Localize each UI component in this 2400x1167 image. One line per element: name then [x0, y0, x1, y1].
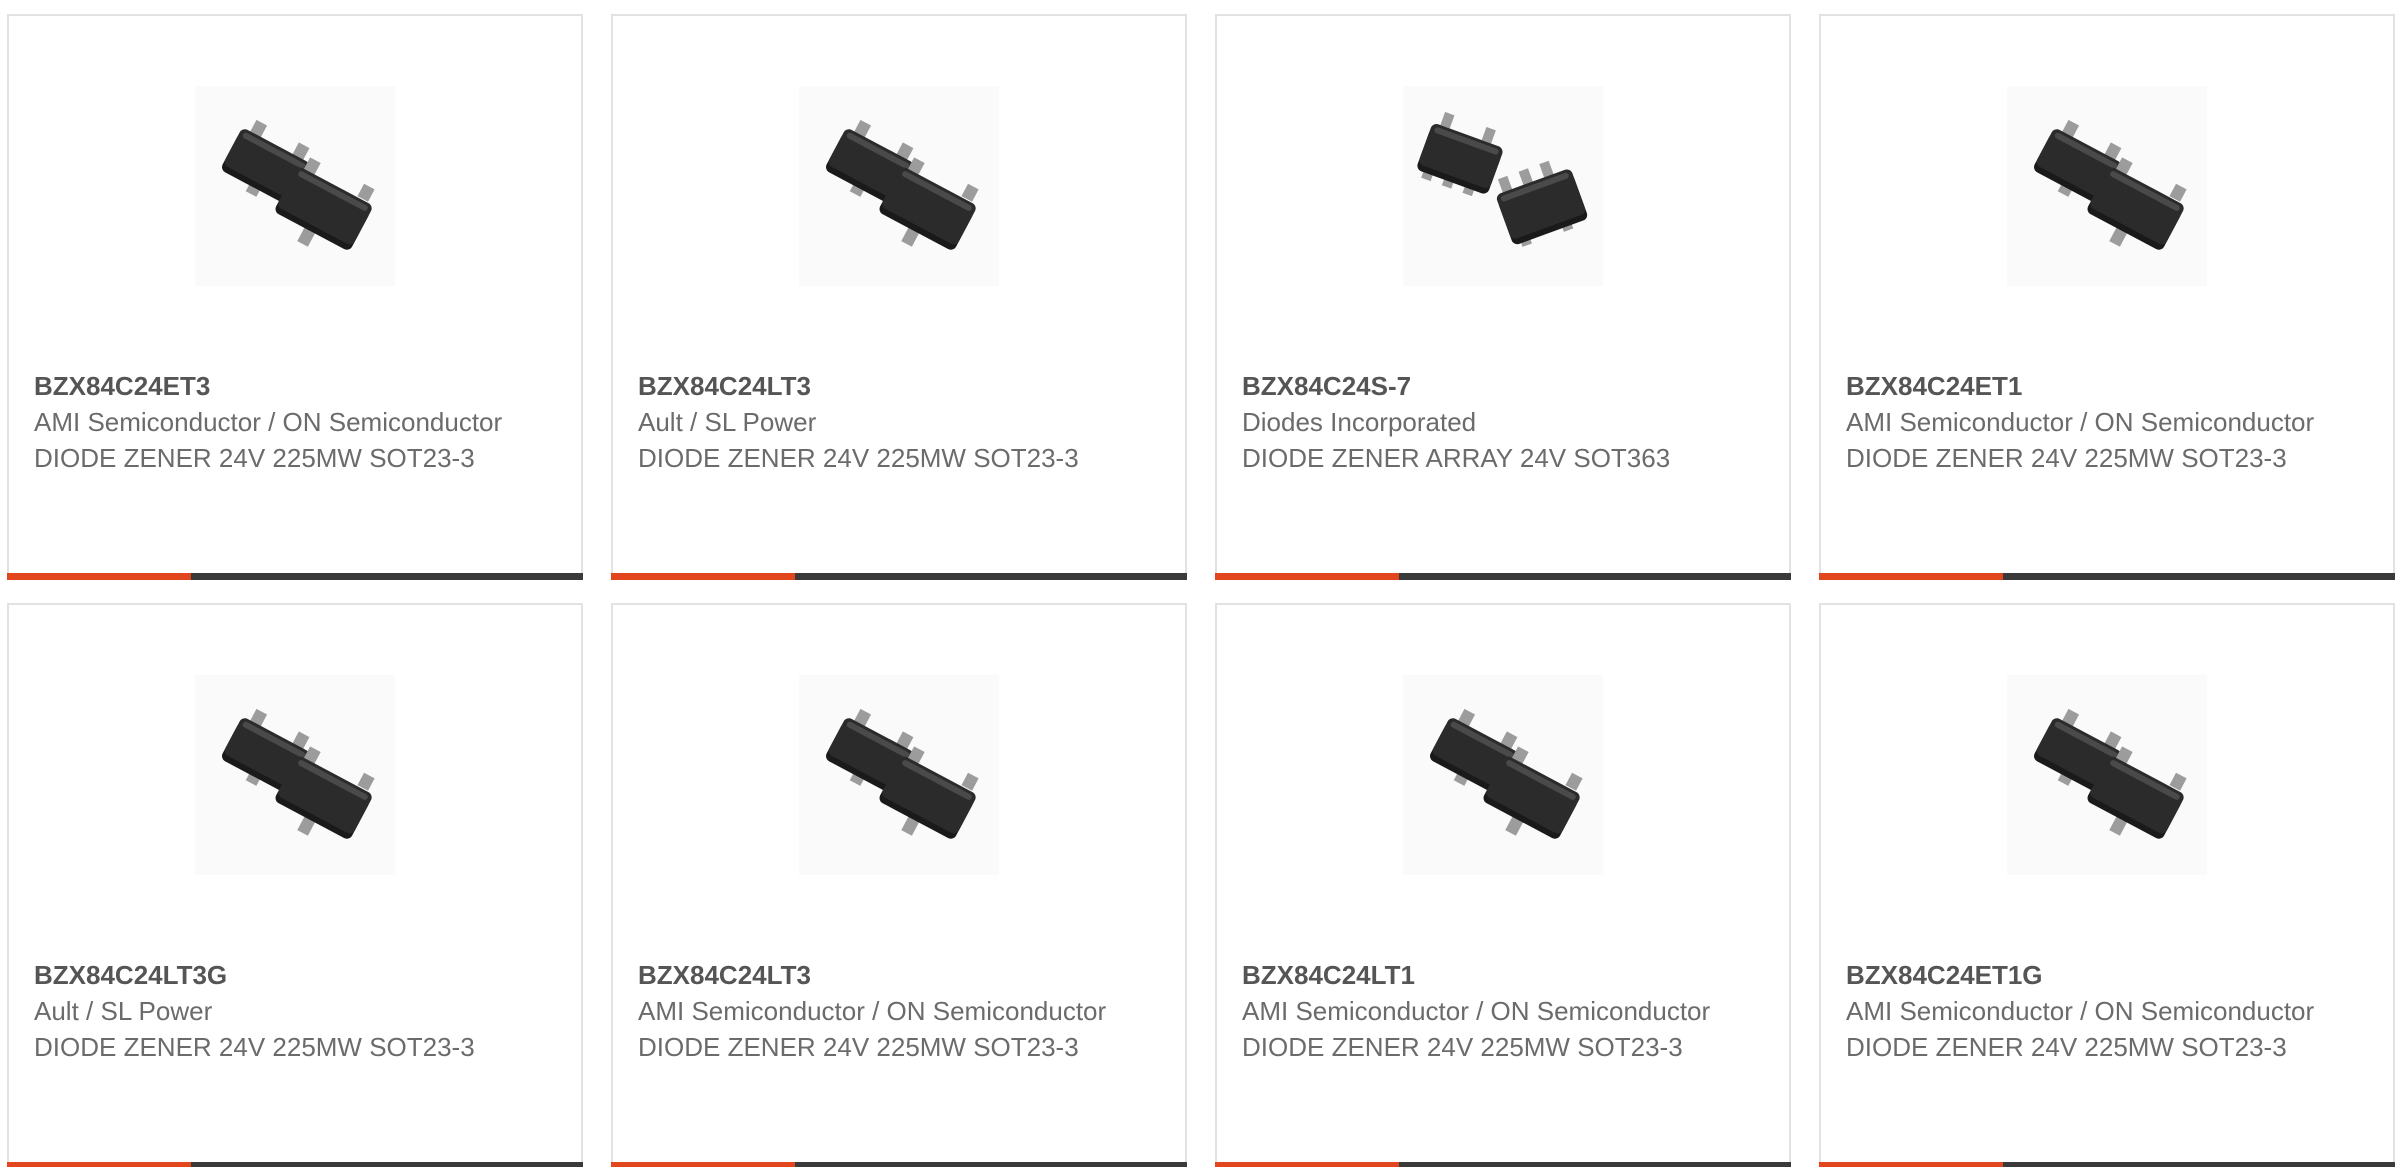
description: DIODE ZENER ARRAY 24V SOT363 — [1242, 443, 1671, 473]
product-card[interactable]: BZX84C24LT3G Ault / SL Power DIODE ZENER… — [7, 603, 583, 1167]
description: DIODE ZENER 24V 225MW SOT23-3 — [1846, 443, 2287, 473]
product-grid: BZX84C24ET3 AMI Semiconductor / ON Semic… — [0, 0, 2400, 1167]
part-number[interactable]: BZX84C24LT1 — [1242, 957, 1769, 993]
manufacturer: AMI Semiconductor / ON Semiconductor — [1846, 407, 2315, 437]
card-bar — [1215, 1162, 1791, 1167]
product-card[interactable]: BZX84C24LT3 AMI Semiconductor / ON Semic… — [611, 603, 1187, 1167]
sot23-3-package-icon[interactable] — [799, 675, 999, 875]
sot23-3-package-icon[interactable] — [2007, 86, 2207, 286]
sot363-package-icon[interactable] — [1403, 86, 1603, 286]
card-bar — [611, 573, 1187, 580]
part-number[interactable]: BZX84C24LT3 — [638, 368, 1165, 404]
sot23-3-package-icon[interactable] — [195, 675, 395, 875]
part-number[interactable]: BZX84C24LT3 — [638, 957, 1165, 993]
part-number[interactable]: BZX84C24ET1 — [1846, 368, 2373, 404]
card-bar — [1819, 1162, 2395, 1167]
card-bar — [1819, 573, 2395, 580]
manufacturer: AMI Semiconductor / ON Semiconductor — [1846, 996, 2315, 1026]
manufacturer: Ault / SL Power — [638, 407, 817, 437]
manufacturer: AMI Semiconductor / ON Semiconductor — [1242, 996, 1711, 1026]
description: DIODE ZENER 24V 225MW SOT23-3 — [1242, 1032, 1683, 1062]
product-card[interactable]: BZX84C24S-7 Diodes Incorporated DIODE ZE… — [1215, 14, 1791, 580]
sot23-3-package-icon[interactable] — [195, 86, 395, 286]
product-card[interactable]: BZX84C24ET3 AMI Semiconductor / ON Semic… — [7, 14, 583, 580]
part-number[interactable]: BZX84C24ET3 — [34, 368, 561, 404]
card-bar — [7, 1162, 583, 1167]
sot23-3-package-icon[interactable] — [1403, 675, 1603, 875]
manufacturer: AMI Semiconductor / ON Semiconductor — [34, 407, 503, 437]
description: DIODE ZENER 24V 225MW SOT23-3 — [638, 1032, 1079, 1062]
sot23-3-package-icon[interactable] — [799, 86, 999, 286]
manufacturer: Ault / SL Power — [34, 996, 213, 1026]
description: DIODE ZENER 24V 225MW SOT23-3 — [34, 443, 475, 473]
manufacturer: Diodes Incorporated — [1242, 407, 1477, 437]
manufacturer: AMI Semiconductor / ON Semiconductor — [638, 996, 1107, 1026]
description: DIODE ZENER 24V 225MW SOT23-3 — [638, 443, 1079, 473]
sot23-3-package-icon[interactable] — [2007, 675, 2207, 875]
description: DIODE ZENER 24V 225MW SOT23-3 — [1846, 1032, 2287, 1062]
card-bar — [7, 573, 583, 580]
description: DIODE ZENER 24V 225MW SOT23-3 — [34, 1032, 475, 1062]
part-number[interactable]: BZX84C24LT3G — [34, 957, 561, 993]
product-card[interactable]: BZX84C24LT1 AMI Semiconductor / ON Semic… — [1215, 603, 1791, 1167]
card-bar — [611, 1162, 1187, 1167]
part-number[interactable]: BZX84C24ET1G — [1846, 957, 2373, 993]
part-number[interactable]: BZX84C24S-7 — [1242, 368, 1769, 404]
product-card[interactable]: BZX84C24ET1G AMI Semiconductor / ON Semi… — [1819, 603, 2395, 1167]
product-card[interactable]: BZX84C24LT3 Ault / SL Power DIODE ZENER … — [611, 14, 1187, 580]
card-bar — [1215, 573, 1791, 580]
product-card[interactable]: BZX84C24ET1 AMI Semiconductor / ON Semic… — [1819, 14, 2395, 580]
